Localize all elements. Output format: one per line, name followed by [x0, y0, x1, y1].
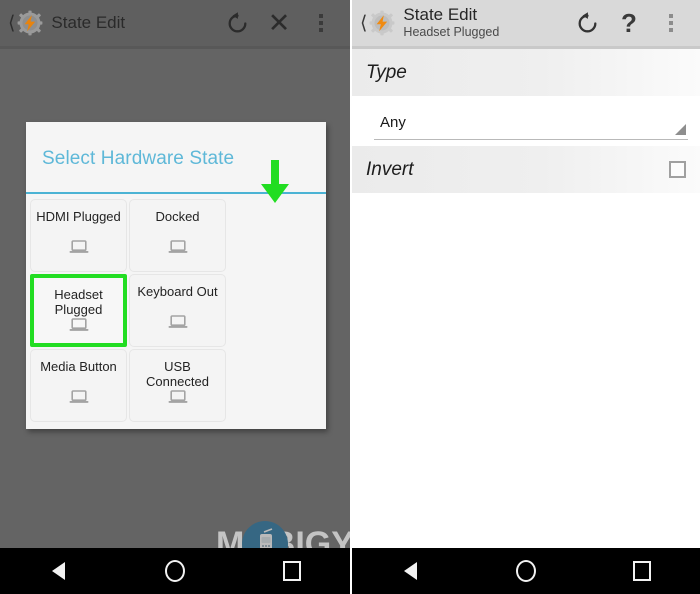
page-title: State Edit	[51, 13, 126, 33]
nav-recents-icon	[633, 561, 651, 581]
hardware-state-cell-usb-connected[interactable]: USB Connected	[129, 349, 226, 422]
type-spinner[interactable]: Any	[374, 114, 688, 140]
hardware-state-grid: HDMI Plugged Docked Headset Plugged Keyb…	[26, 194, 326, 423]
nav-home-button[interactable]	[145, 548, 205, 594]
hardware-state-cell-docked[interactable]: Docked	[129, 199, 226, 272]
right-title-wrap: State Edit Headset Plugged	[403, 4, 566, 41]
help-button[interactable]: ?	[608, 2, 650, 44]
laptop-icon	[69, 240, 89, 259]
laptop-icon	[168, 390, 188, 409]
nav-recents-button[interactable]	[612, 548, 672, 594]
cell-label: USB Connected	[146, 359, 209, 390]
tasker-gear-icon	[369, 10, 395, 36]
cell-label: Docked	[155, 209, 200, 224]
nav-back-icon	[403, 562, 417, 580]
invert-checkbox[interactable]	[669, 161, 686, 178]
section-label: Type	[366, 61, 407, 83]
right-phone-screen: ⟨ State Edit Headset Plugged ? Type Any …	[350, 0, 700, 594]
left-navigation-bar	[0, 548, 350, 594]
cell-label: Keyboard Out	[137, 284, 218, 299]
laptop-icon	[168, 315, 188, 334]
hardware-state-cell-headset-plugged[interactable]: Headset Plugged	[30, 274, 127, 347]
cell-label: HDMI Plugged	[36, 209, 121, 224]
type-field-wrap: Any	[352, 96, 700, 146]
nav-back-icon	[51, 562, 65, 580]
more-vertical-icon	[319, 14, 323, 32]
close-icon: ✕	[267, 7, 291, 38]
question-mark-icon: ?	[621, 8, 637, 38]
back-chevron-icon[interactable]: ⟨	[360, 14, 367, 33]
right-appbar: ⟨ State Edit Headset Plugged ?	[352, 0, 700, 46]
laptop-icon	[69, 317, 89, 337]
dropdown-caret-icon	[675, 124, 686, 135]
close-button[interactable]: ✕	[258, 2, 300, 44]
tasker-gear-icon	[17, 10, 43, 36]
nav-back-button[interactable]	[380, 548, 440, 594]
refresh-button[interactable]	[216, 2, 258, 44]
overflow-menu-button[interactable]	[650, 2, 692, 44]
nav-home-icon	[516, 560, 536, 582]
nav-back-button[interactable]	[28, 548, 88, 594]
left-title-wrap: State Edit	[51, 14, 216, 32]
hardware-state-cell-hdmi-plugged[interactable]: HDMI Plugged	[30, 199, 127, 272]
section-label: Invert	[366, 158, 414, 180]
section-header-invert: Invert	[352, 146, 700, 193]
state-edit-form: Type Any Invert	[352, 49, 700, 548]
nav-home-button[interactable]	[496, 548, 556, 594]
left-appbar: ⟨ State Edit ✕	[0, 0, 350, 46]
section-header-type: Type	[352, 49, 700, 96]
dialog-title: Select Hardware State	[42, 148, 235, 169]
right-navigation-bar	[352, 548, 700, 594]
overflow-menu-button[interactable]	[300, 2, 342, 44]
left-appbar-actions: ✕	[216, 2, 342, 44]
hardware-state-cell-keyboard-out[interactable]: Keyboard Out	[129, 274, 226, 347]
more-vertical-icon	[669, 14, 673, 32]
hardware-state-cell-media-button[interactable]: Media Button	[30, 349, 127, 422]
left-phone-screen: ⟨ State Edit ✕ Select Hardware State HDM…	[0, 0, 350, 594]
nav-recents-icon	[282, 561, 301, 581]
dual-screenshot-container: ⟨ State Edit ✕ Select Hardware State HDM…	[0, 0, 700, 594]
laptop-icon	[69, 390, 89, 409]
cell-label: Headset Plugged	[54, 287, 103, 318]
back-chevron-icon[interactable]: ⟨	[8, 14, 15, 33]
laptop-icon	[168, 240, 188, 259]
nav-recents-button[interactable]	[262, 548, 322, 594]
refresh-icon	[578, 11, 596, 32]
type-spinner-value: Any	[380, 114, 406, 131]
refresh-button[interactable]	[566, 2, 608, 44]
nav-home-icon	[164, 560, 185, 582]
refresh-icon	[228, 11, 246, 32]
right-appbar-actions: ?	[566, 2, 692, 44]
select-hardware-state-dialog: Select Hardware State HDMI Plugged Docke…	[26, 122, 326, 429]
cell-label: Media Button	[40, 359, 117, 374]
page-subtitle: Headset Plugged	[403, 25, 500, 40]
form-empty-area	[352, 193, 700, 548]
page-title: State Edit	[403, 4, 478, 24]
